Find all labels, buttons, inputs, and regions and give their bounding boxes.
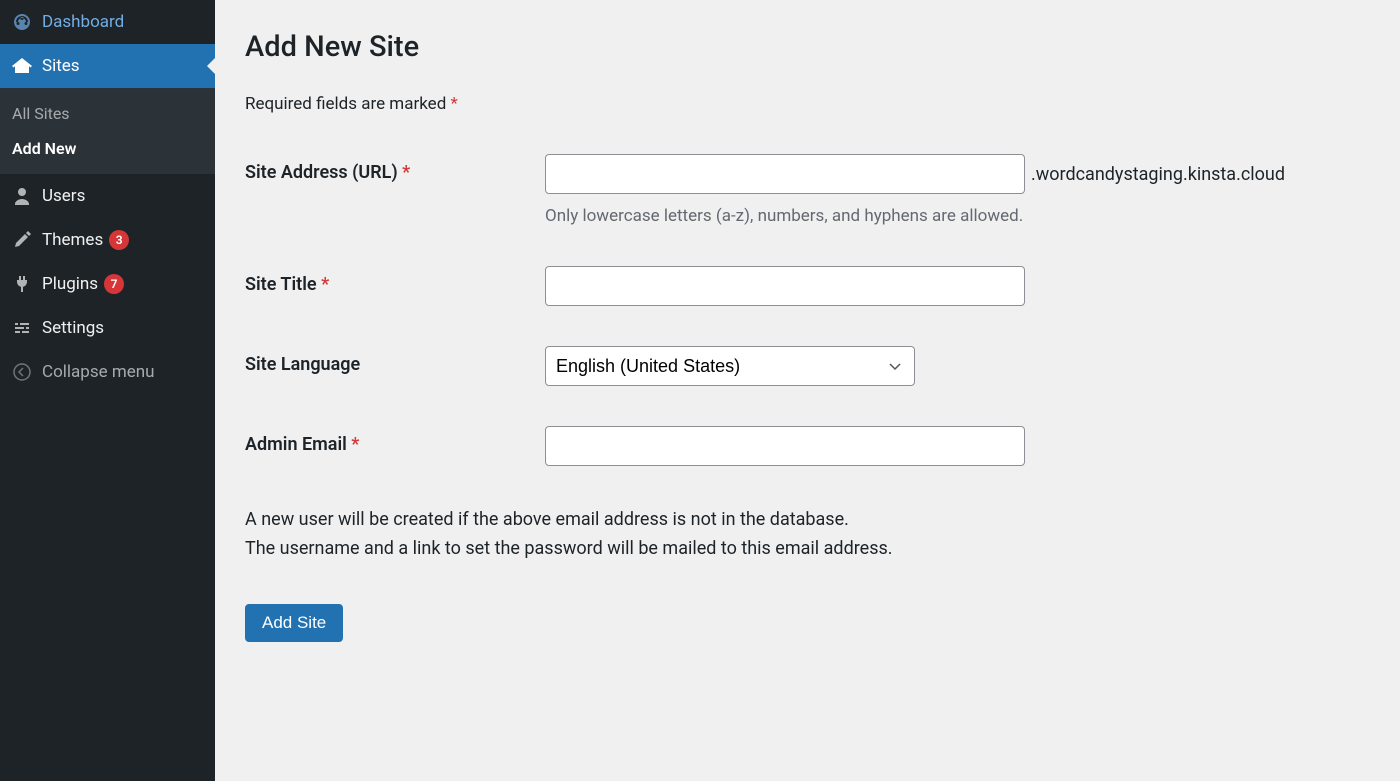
site-language-control: English (United States) — [545, 346, 1370, 386]
required-star: * — [351, 434, 359, 455]
submenu-add-new[interactable]: Add New — [0, 131, 215, 166]
collapse-icon — [12, 362, 32, 382]
sidebar-label: Settings — [42, 318, 104, 338]
required-note-text: Required fields are marked — [245, 94, 446, 114]
domain-suffix: .wordcandystaging.kinsta.cloud — [1031, 164, 1285, 185]
site-title-control — [545, 266, 1370, 306]
user-icon — [12, 186, 32, 206]
label-text: Site Address (URL) — [245, 162, 398, 183]
sidebar-item-sites[interactable]: Sites — [0, 44, 215, 88]
required-star: * — [451, 94, 458, 114]
site-title-label: Site Title * — [245, 266, 545, 295]
site-title-input[interactable] — [545, 266, 1025, 306]
sidebar-item-plugins[interactable]: Plugins 7 — [0, 262, 215, 306]
sidebar-item-users[interactable]: Users — [0, 174, 215, 218]
sidebar-item-settings[interactable]: Settings — [0, 306, 215, 350]
sidebar-label: Collapse menu — [42, 362, 155, 382]
site-address-hint: Only lowercase letters (a-z), numbers, a… — [545, 206, 1370, 226]
note-line-2: The username and a link to set the passw… — [245, 538, 893, 559]
admin-email-note: A new user will be created if the above … — [245, 506, 1370, 564]
admin-email-input[interactable] — [545, 426, 1025, 466]
site-address-control: .wordcandystaging.kinsta.cloud Only lowe… — [545, 154, 1370, 226]
page-title: Add New Site — [245, 30, 1370, 64]
site-address-input[interactable] — [545, 154, 1025, 194]
sidebar-label: Plugins — [42, 274, 98, 294]
plugins-update-badge: 7 — [104, 274, 124, 294]
submenu-all-sites[interactable]: All Sites — [0, 96, 215, 131]
field-site-title: Site Title * — [245, 266, 1370, 306]
sidebar-item-dashboard[interactable]: Dashboard — [0, 0, 215, 44]
field-site-address: Site Address (URL) * .wordcandystaging.k… — [245, 154, 1370, 226]
add-site-button[interactable]: Add Site — [245, 604, 343, 642]
sidebar-label: Sites — [42, 56, 80, 76]
admin-email-label: Admin Email * — [245, 426, 545, 455]
site-address-label: Site Address (URL) * — [245, 154, 545, 183]
site-language-select[interactable]: English (United States) — [545, 346, 915, 386]
note-line-1: A new user will be created if the above … — [245, 509, 849, 530]
sliders-icon — [12, 318, 32, 338]
required-star: * — [321, 274, 329, 295]
sidebar-item-themes[interactable]: Themes 3 — [0, 218, 215, 262]
field-admin-email: Admin Email * — [245, 426, 1370, 466]
plug-icon — [12, 274, 32, 294]
sidebar-label: Dashboard — [42, 12, 124, 32]
required-star: * — [402, 162, 410, 183]
themes-update-badge: 3 — [109, 230, 129, 250]
site-language-label: Site Language — [245, 346, 545, 375]
sidebar-submenu-sites: All Sites Add New — [0, 88, 215, 174]
gauge-icon — [12, 12, 32, 32]
field-site-language: Site Language English (United States) — [245, 346, 1370, 386]
sites-icon — [12, 56, 32, 76]
brush-icon — [12, 230, 32, 250]
admin-sidebar: Dashboard Sites All Sites Add New Users … — [0, 0, 215, 781]
main-content: Add New Site Required fields are marked … — [215, 0, 1400, 781]
sidebar-label: Users — [42, 186, 85, 206]
sidebar-label: Themes — [42, 230, 103, 250]
admin-email-control — [545, 426, 1370, 466]
required-fields-note: Required fields are marked * — [245, 94, 1370, 114]
collapse-menu-button[interactable]: Collapse menu — [0, 350, 215, 394]
label-text: Admin Email — [245, 434, 347, 455]
label-text: Site Title — [245, 274, 317, 295]
